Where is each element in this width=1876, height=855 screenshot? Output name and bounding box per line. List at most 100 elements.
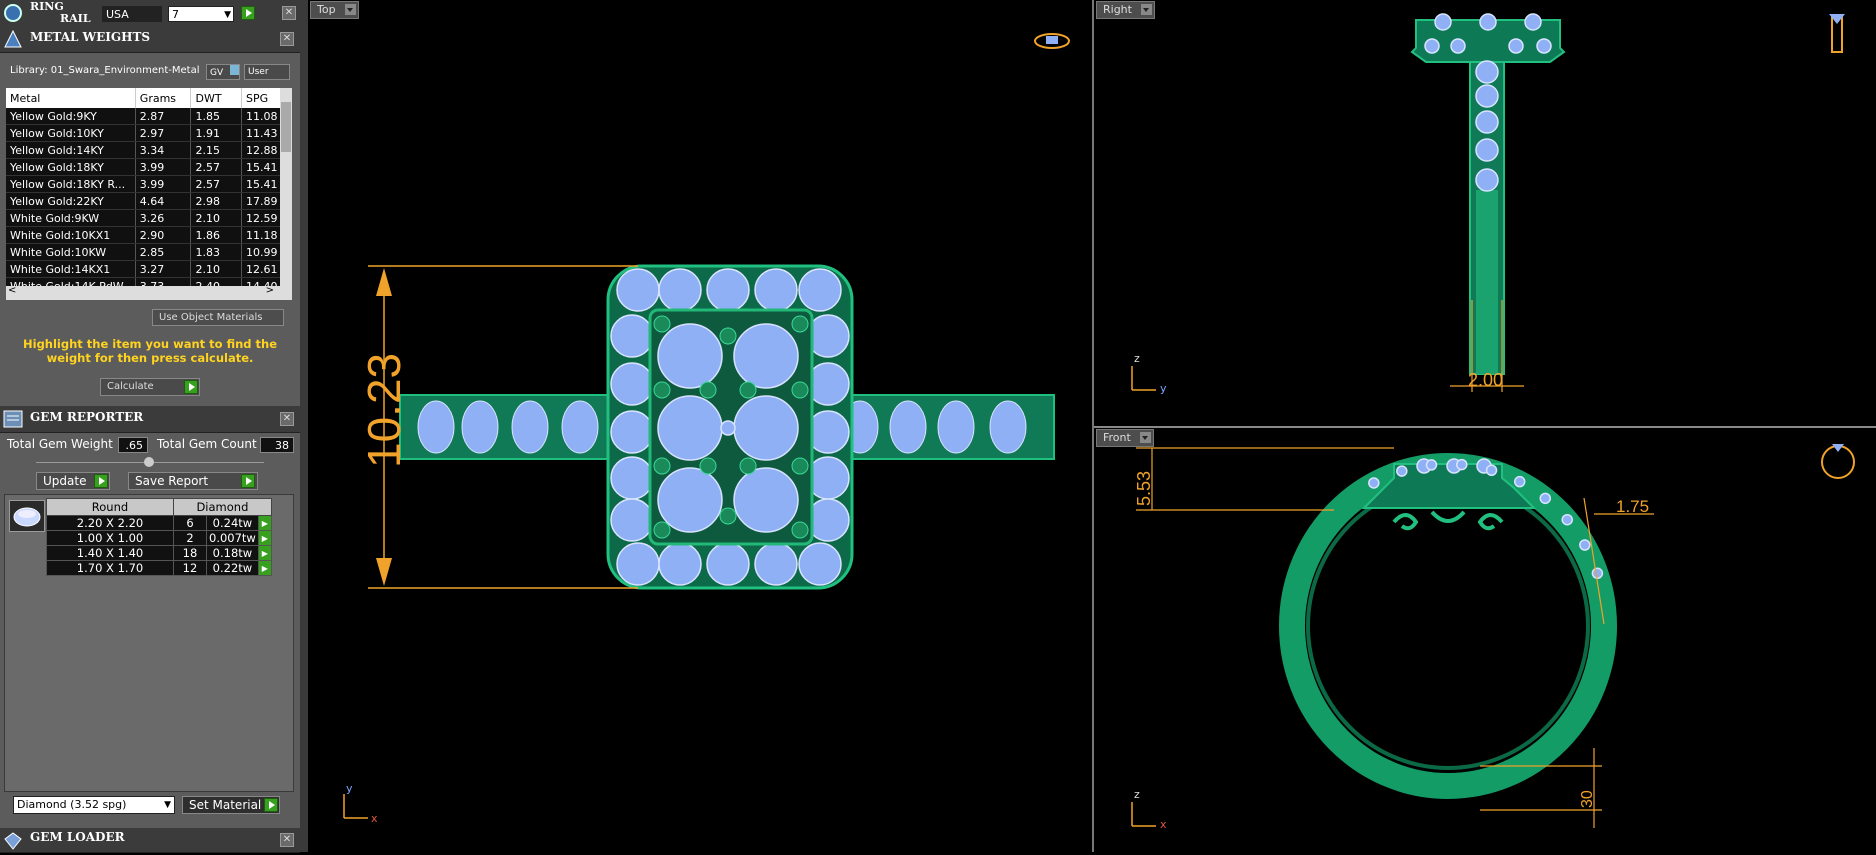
- expand-toggle-icon[interactable]: [144, 457, 154, 467]
- total-gem-weight-label: Total Gem Weight: [7, 437, 113, 451]
- gem-cell: 1.70 X 1.70: [46, 560, 174, 576]
- ring-rail-go-button[interactable]: [241, 6, 255, 20]
- close-icon[interactable]: ✕: [280, 412, 294, 426]
- gem: [1450, 38, 1466, 54]
- table-row[interactable]: Yellow Gold:18KY R... 3.99 2.57 15.41: [6, 175, 282, 193]
- gem-loader-title: GEM LOADER: [30, 830, 125, 844]
- band-gem: [511, 400, 549, 454]
- table-cell: 1.86: [190, 226, 243, 244]
- gem-row[interactable]: 1.70 X 1.70 12 0.22tw ▶: [46, 560, 272, 576]
- col-metal[interactable]: Metal: [6, 88, 136, 108]
- table-row[interactable]: Yellow Gold:18KY 3.99 2.57 15.41: [6, 158, 282, 176]
- gem-row[interactable]: 1.00 X 1.00 2 0.007tw ▶: [46, 530, 272, 546]
- table-cell: 15.41: [241, 158, 282, 176]
- gem: [610, 410, 654, 454]
- table-row[interactable]: Yellow Gold:14KY 3.34 2.15 12.88: [6, 141, 282, 159]
- viewport-right[interactable]: Right 2.00 z y: [1094, 0, 1876, 428]
- scroll-gallery: [1392, 510, 1504, 531]
- prong: [739, 381, 757, 399]
- gem: [1539, 492, 1552, 505]
- scale-icon: [2, 29, 24, 49]
- gem-reporter-bar: GEM REPORTER ✕: [0, 406, 300, 433]
- table-cell: 2.97: [135, 124, 192, 142]
- table-cell: Yellow Gold:18KY: [6, 158, 136, 176]
- save-report-button[interactable]: Save Report: [128, 472, 258, 490]
- gem: [1456, 458, 1468, 471]
- gem-cell: 0.18tw: [206, 545, 259, 561]
- close-icon[interactable]: ✕: [280, 833, 294, 847]
- select-gem-button[interactable]: ▶: [257, 560, 272, 576]
- col-round: Round: [46, 498, 174, 516]
- ring-size-value: 7: [172, 8, 179, 21]
- table-cell: 10.99: [241, 243, 282, 261]
- table-cell: 1.85: [190, 108, 243, 125]
- ring-size-select[interactable]: 7 ▼: [168, 6, 234, 22]
- gv-toggle[interactable]: GV: [206, 64, 240, 80]
- chevron-down-icon: ▼: [164, 800, 171, 810]
- band-gem: [937, 400, 975, 454]
- gem: [1579, 539, 1591, 551]
- metal-table-hscrollbar[interactable]: < >: [6, 285, 292, 300]
- select-gem-button[interactable]: ▶: [257, 545, 272, 561]
- col-spg[interactable]: SPG: [241, 88, 282, 108]
- metal-weights-hint: Highlight the item you want to find the …: [23, 337, 277, 365]
- prong: [719, 327, 737, 345]
- gem: [1396, 465, 1408, 477]
- save-report-label: Save Report: [135, 474, 209, 488]
- gem-cell: 0.007tw: [206, 530, 259, 546]
- col-dwt[interactable]: DWT: [190, 88, 243, 108]
- gem-cell: 0.22tw: [206, 560, 259, 576]
- country-select[interactable]: USA: [102, 6, 162, 22]
- material-select[interactable]: Diamond (3.52 spg) ▼: [13, 796, 175, 814]
- table-cell: 2.87: [135, 108, 192, 125]
- table-row[interactable]: White Gold:9KW 3.26 2.10 12.59: [6, 209, 282, 227]
- table-cell: Yellow Gold:9KY: [6, 108, 136, 125]
- prong: [653, 381, 671, 399]
- ring-rail-icon: [2, 3, 24, 23]
- gem: [616, 542, 660, 586]
- calculate-go-icon[interactable]: [184, 380, 198, 394]
- close-icon[interactable]: ✕: [280, 32, 294, 46]
- gem-row[interactable]: 1.40 X 1.40 18 0.18tw ▶: [46, 545, 272, 561]
- table-row[interactable]: Yellow Gold:9KY 2.87 1.85 11.08: [6, 108, 282, 125]
- report-icon: [2, 409, 24, 429]
- gem-row[interactable]: 2.20 X 2.20 6 0.24tw ▶: [46, 515, 272, 531]
- set-material-go-icon[interactable]: [264, 798, 278, 812]
- gem: [733, 395, 799, 461]
- right-view-canvas: 2.00 z y: [1131, 13, 1845, 395]
- col-grams[interactable]: Grams: [135, 88, 192, 108]
- user-toggle[interactable]: User: [244, 64, 290, 80]
- gem: [1524, 13, 1542, 31]
- band-gem: [889, 400, 927, 454]
- metal-table-scrollbar[interactable]: [280, 88, 292, 286]
- table-row[interactable]: White Gold:10KX1 2.90 1.86 11.18: [6, 226, 282, 244]
- table-row[interactable]: Yellow Gold:10KY 2.97 1.91 11.43: [6, 124, 282, 142]
- viewport-front[interactable]: Front 5.53 1.75 30 z x: [1094, 428, 1876, 852]
- scroll-left-icon[interactable]: <: [8, 285, 16, 296]
- gem: [657, 323, 723, 389]
- table-row[interactable]: Yellow Gold:22KY 4.64 2.98 17.89: [6, 192, 282, 210]
- gem: [1485, 464, 1498, 477]
- table-row[interactable]: White Gold:14KX1 3.27 2.10 12.61: [6, 260, 282, 278]
- calculate-label: Calculate: [107, 381, 154, 392]
- viewport-top[interactable]: Top 10.23 y x: [308, 0, 1094, 852]
- axis-z-label: z: [1134, 788, 1140, 801]
- select-gem-button[interactable]: ▶: [257, 515, 272, 531]
- panel-splitter[interactable]: [300, 0, 308, 852]
- gv-indicator: [230, 65, 240, 75]
- gem: [1536, 38, 1552, 54]
- scroll-thumb[interactable]: [281, 102, 291, 152]
- use-object-materials-label: Use Object Materials: [159, 312, 263, 323]
- select-gem-button[interactable]: ▶: [257, 530, 272, 546]
- gem: [1425, 459, 1438, 471]
- table-cell: 2.57: [190, 175, 243, 193]
- scroll-right-icon[interactable]: >: [266, 285, 274, 296]
- use-object-materials-toggle[interactable]: Use Object Materials: [152, 309, 284, 326]
- save-report-go-icon[interactable]: [241, 474, 255, 488]
- gem-table-body: 2.20 X 2.20 6 0.24tw ▶ 1.00 X 1.00 2 0.007tw ▶ 1…: [46, 515, 272, 576]
- table-row[interactable]: White Gold:10KW 2.85 1.83 10.99: [6, 243, 282, 261]
- update-go-icon[interactable]: [94, 474, 108, 488]
- gem: [616, 268, 660, 312]
- table-cell: White Gold:10KX1: [6, 226, 136, 244]
- close-icon[interactable]: ✕: [282, 6, 296, 20]
